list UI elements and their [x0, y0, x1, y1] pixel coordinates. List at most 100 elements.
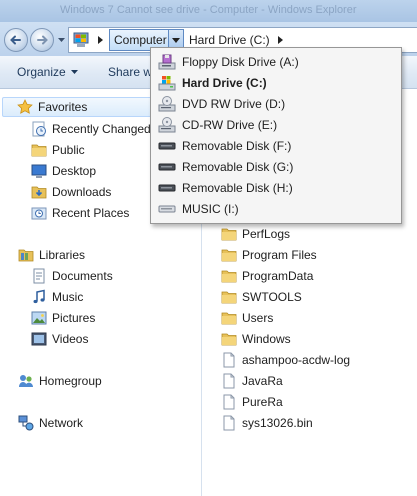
removable-disk-icon	[158, 142, 176, 149]
chevron-right-icon	[97, 36, 103, 44]
list-item-programdata[interactable]: ProgramData	[221, 266, 313, 286]
chevron-down-icon	[172, 37, 180, 43]
nav-item-label: Music	[52, 290, 84, 304]
chevron-down-icon	[58, 38, 65, 42]
folder-icon	[221, 270, 237, 283]
homegroup-icon	[19, 375, 33, 387]
nav-homegroup-label: Homegroup	[39, 374, 102, 388]
drive-dropdown-menu: Floppy Disk Drive (A:) Hard Drive (C:) D…	[150, 47, 402, 224]
nav-item-label: Documents	[52, 269, 113, 283]
file-name: Program Files	[242, 248, 317, 262]
file-icon	[223, 415, 235, 431]
list-item-purera[interactable]: PureRa	[221, 392, 283, 412]
nav-recently-changed[interactable]: Recently Changed	[31, 119, 151, 139]
title-bar: Windows 7 Cannot see drive - Computer - …	[0, 0, 417, 22]
removable-disk-icon	[158, 163, 176, 170]
nav-pictures[interactable]: Pictures	[31, 308, 95, 328]
file-name: ashampoo-acdw-log	[242, 353, 351, 367]
file-name: sys13026.bin	[242, 416, 313, 430]
file-icon	[223, 373, 235, 389]
nav-recent-places[interactable]: Recent Places	[31, 203, 129, 223]
file-icon	[223, 394, 235, 410]
folder-icon	[31, 144, 47, 157]
back-button[interactable]	[4, 28, 28, 52]
folder-icon	[221, 228, 237, 241]
menu-item-cdrw-e[interactable]: CD-RW Drive (E:)	[153, 114, 399, 135]
menu-item-label: Removable Disk (F:)	[182, 138, 292, 153]
folder-icon	[221, 333, 237, 346]
file-name: ProgramData	[242, 269, 314, 283]
dvd-drive-icon	[158, 95, 176, 111]
nav-libraries[interactable]: Libraries	[18, 245, 85, 265]
window-title: Windows 7 Cannot see drive - Computer - …	[60, 4, 357, 16]
nav-network[interactable]: Network	[18, 413, 83, 433]
nav-desktop[interactable]: Desktop	[31, 161, 96, 181]
file-icon	[223, 352, 235, 368]
menu-item-label: Removable Disk (H:)	[182, 180, 293, 195]
share-label: Share w	[108, 65, 153, 79]
nav-videos[interactable]: Videos	[31, 329, 88, 349]
nav-item-label: Downloads	[52, 185, 112, 199]
list-item-ashampoo-log[interactable]: ashampoo-acdw-log	[221, 350, 350, 370]
list-item-program-files[interactable]: Program Files	[221, 245, 317, 265]
nav-item-label: Pictures	[52, 311, 96, 325]
recent-places-icon	[31, 207, 47, 220]
forward-button[interactable]	[30, 28, 54, 52]
chevron-down-icon	[70, 70, 78, 74]
menu-item-label: Floppy Disk Drive (A:)	[182, 54, 299, 69]
menu-item-label: DVD RW Drive (D:)	[182, 96, 286, 111]
star-icon	[17, 99, 33, 114]
forward-arrow-icon	[37, 35, 48, 45]
desktop-icon	[31, 164, 47, 178]
nav-item-label: Recently Changed	[52, 122, 151, 136]
menu-item-floppy-a[interactable]: Floppy Disk Drive (A:)	[153, 51, 399, 72]
nav-downloads[interactable]: Downloads	[31, 182, 111, 202]
downloads-folder-icon	[31, 186, 47, 199]
music-drive-icon	[158, 205, 176, 212]
back-arrow-icon	[10, 35, 21, 45]
menu-item-removable-h[interactable]: Removable Disk (H:)	[153, 177, 399, 198]
file-name: JavaRa	[242, 374, 283, 388]
documents-icon	[33, 268, 45, 284]
menu-item-removable-f[interactable]: Removable Disk (F:)	[153, 135, 399, 156]
nav-network-label: Network	[39, 416, 84, 430]
file-name: SWTOOLS	[242, 290, 302, 304]
nav-documents[interactable]: Documents	[31, 266, 113, 286]
menu-item-hard-drive-c[interactable]: Hard Drive (C:)	[153, 72, 399, 93]
nav-libraries-label: Libraries	[39, 248, 86, 262]
file-name: Windows	[242, 332, 291, 346]
nav-music[interactable]: Music	[31, 287, 83, 307]
organize-button[interactable]: Organize	[17, 65, 78, 79]
floppy-drive-icon	[158, 54, 176, 69]
list-item-windows[interactable]: Windows	[221, 329, 291, 349]
breadcrumb-separator[interactable]	[93, 28, 107, 52]
menu-item-label: Hard Drive (C:)	[182, 75, 267, 90]
removable-disk-icon	[158, 184, 176, 191]
folder-icon	[221, 291, 237, 304]
menu-item-removable-g[interactable]: Removable Disk (G:)	[153, 156, 399, 177]
music-note-icon	[33, 289, 45, 304]
nav-item-label: Desktop	[52, 164, 97, 178]
hard-drive-windows-icon	[158, 75, 176, 90]
list-item-sys-bin[interactable]: sys13026.bin	[221, 413, 313, 433]
menu-item-dvd-d[interactable]: DVD RW Drive (D:)	[153, 93, 399, 114]
list-item-perflogs[interactable]: PerfLogs	[221, 224, 290, 244]
folder-icon	[221, 312, 237, 325]
menu-item-label: MUSIC (I:)	[182, 201, 239, 216]
list-item-swtools[interactable]: SWTOOLS	[221, 287, 302, 307]
nav-homegroup[interactable]: Homegroup	[18, 371, 102, 391]
share-with-button[interactable]: Share w	[108, 65, 152, 79]
network-icon	[18, 415, 34, 431]
recent-changes-icon	[32, 121, 46, 137]
organize-label: Organize	[17, 65, 66, 79]
recent-pages-dropdown[interactable]	[57, 36, 66, 45]
list-item-javara[interactable]: JavaRa	[221, 371, 283, 391]
nav-public[interactable]: Public	[31, 140, 85, 160]
nav-item-label: Videos	[52, 332, 89, 346]
chevron-right-icon	[277, 36, 283, 44]
menu-item-music-i[interactable]: MUSIC (I:)	[153, 198, 399, 219]
libraries-icon	[18, 249, 34, 262]
list-item-users[interactable]: Users	[221, 308, 273, 328]
computer-icon	[73, 32, 89, 47]
file-name: PureRa	[242, 395, 283, 409]
